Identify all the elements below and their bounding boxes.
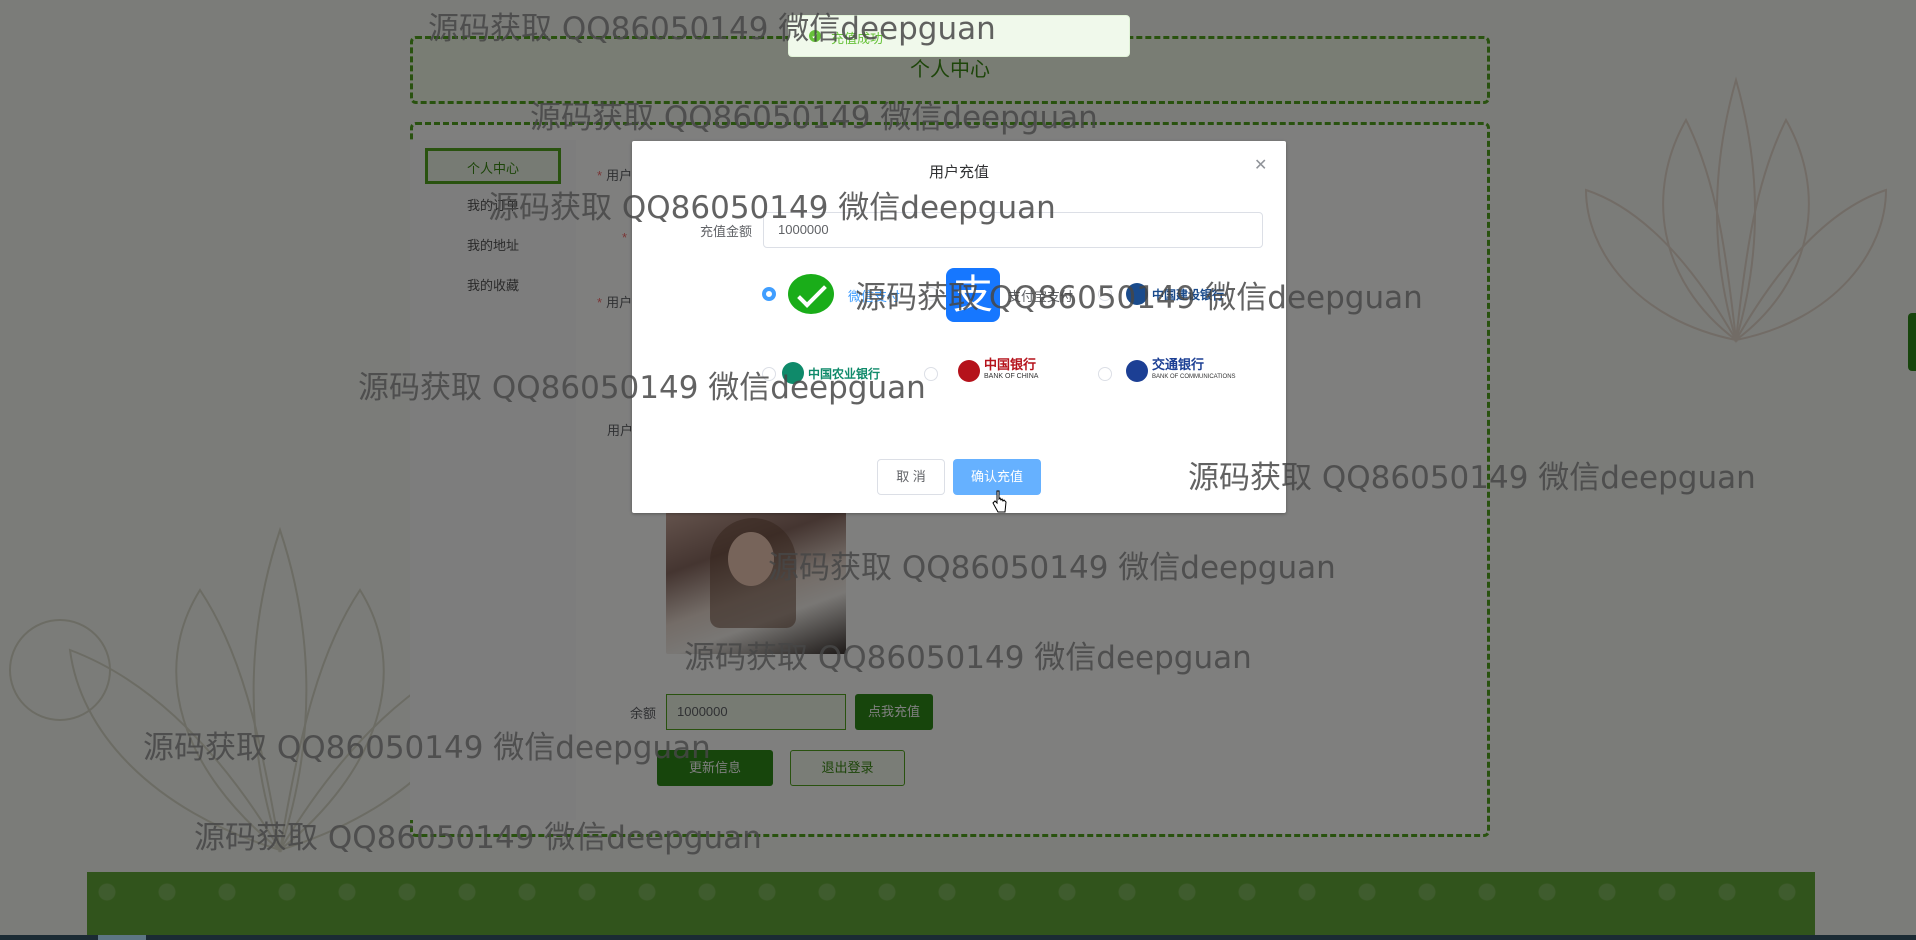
taskbar bbox=[0, 935, 1916, 940]
watermark-text: 源码获取 QQ86050149 微信deepguan bbox=[1188, 460, 1756, 496]
radio-bocom[interactable] bbox=[1098, 367, 1112, 381]
close-icon[interactable]: ✕ bbox=[1254, 155, 1267, 175]
boc-mark-icon bbox=[958, 360, 980, 382]
taskbar-active-tab[interactable] bbox=[98, 935, 146, 940]
radio-wechat-pay[interactable] bbox=[762, 287, 776, 301]
watermark-text: 源码获取 QQ86050149 微信deepguan bbox=[143, 730, 711, 766]
dialog-title: 用户充值 bbox=[928, 164, 989, 181]
bocom-mark-icon bbox=[1126, 360, 1148, 382]
boc-logo[interactable]: 中国银行 BANK OF CHINA bbox=[958, 355, 1038, 387]
boc-name: 中国银行 bbox=[984, 357, 1037, 372]
watermark-text: 源码获取 QQ86050149 微信deepguan bbox=[684, 640, 1252, 676]
watermark-text: 源码获取 QQ86050149 微信deepguan bbox=[428, 11, 996, 47]
wechat-pay-logo[interactable] bbox=[788, 274, 834, 314]
watermark-text: 源码获取 QQ86050149 微信deepguan bbox=[855, 280, 1423, 316]
watermark-text: 源码获取 QQ86050149 微信deepguan bbox=[488, 190, 1056, 226]
hand-cursor-icon bbox=[992, 490, 1007, 513]
watermark-text: 源码获取 QQ86050149 微信deepguan bbox=[358, 370, 926, 406]
bocom-name: 交通银行 bbox=[1152, 357, 1205, 372]
boc-sub: BANK OF CHINA bbox=[984, 373, 1039, 380]
bocom-sub: BANK OF COMMUNICATIONS bbox=[1152, 374, 1236, 380]
watermark-text: 源码获取 QQ86050149 微信deepguan bbox=[768, 550, 1336, 586]
cancel-button[interactable]: 取 消 bbox=[877, 459, 945, 495]
radio-boc[interactable] bbox=[924, 367, 938, 381]
watermark-text: 源码获取 QQ86050149 微信deepguan bbox=[194, 820, 762, 856]
bocom-logo[interactable]: 交通银行 BANK OF COMMUNICATIONS bbox=[1126, 355, 1236, 387]
watermark-text: 源码获取 QQ86050149 微信deepguan bbox=[530, 100, 1098, 136]
